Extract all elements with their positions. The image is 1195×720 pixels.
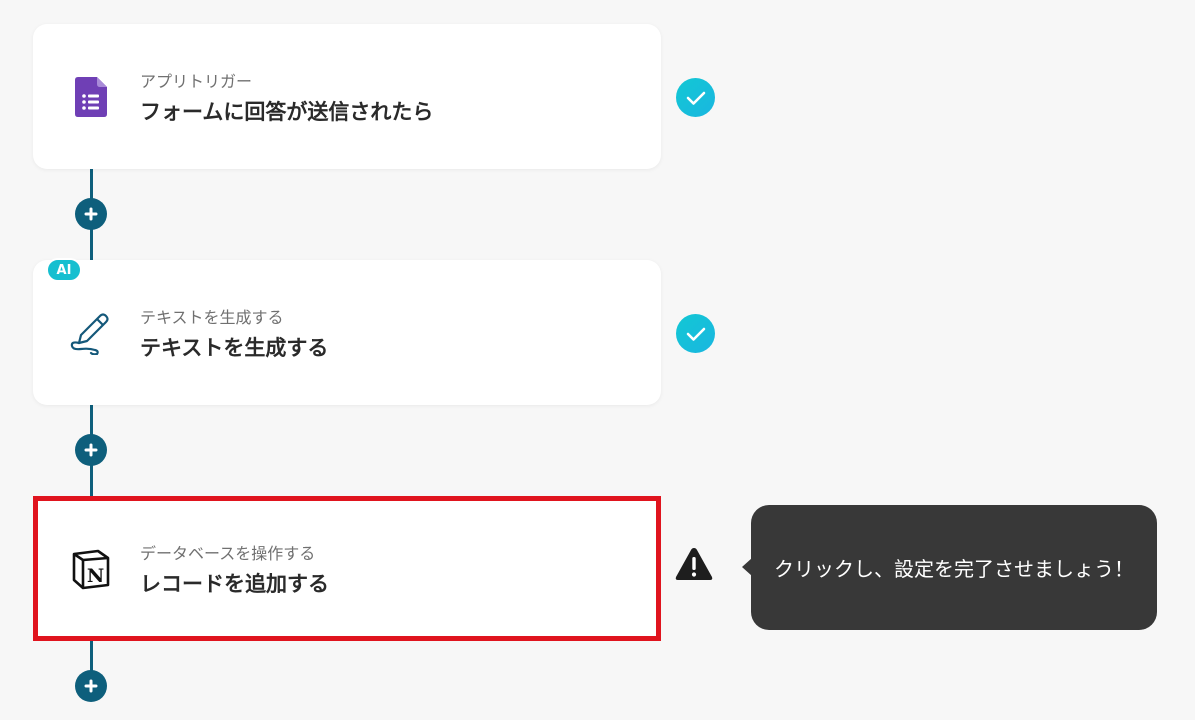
step-card-add-record[interactable]: N データベースを操作する レコードを追加する <box>33 496 661 641</box>
step-subtitle: アプリトリガー <box>140 72 253 91</box>
step-title: テキストを生成する <box>140 336 329 360</box>
svg-text:N: N <box>87 565 104 587</box>
ai-badge: AI <box>46 258 82 282</box>
step-subtitle: データベースを操作する <box>140 544 316 563</box>
notion-icon: N <box>69 547 113 591</box>
step-complete-check-icon <box>676 78 715 117</box>
add-step-button[interactable] <box>75 198 107 230</box>
step-complete-check-icon <box>676 314 715 353</box>
step-card-app-trigger[interactable]: アプリトリガー フォームに回答が送信されたら <box>33 24 661 169</box>
tooltip-text: クリックし、設定を完了させましょう！ <box>774 557 1134 581</box>
plus-icon <box>84 679 98 693</box>
plus-icon <box>84 207 98 221</box>
setup-tooltip: クリックし、設定を完了させましょう！ <box>742 505 1157 630</box>
warning-icon <box>674 546 714 582</box>
step-subtitle: テキストを生成する <box>140 308 284 327</box>
google-forms-icon <box>69 75 113 119</box>
pen-icon <box>69 311 113 355</box>
add-step-button[interactable] <box>75 434 107 466</box>
step-title: レコードを追加する <box>140 572 329 596</box>
step-title: フォームに回答が送信されたら <box>140 100 434 124</box>
plus-icon <box>84 443 98 457</box>
step-card-generate-text[interactable]: AI テキストを生成する テキストを生成する <box>33 258 661 405</box>
add-step-button[interactable] <box>75 670 107 702</box>
